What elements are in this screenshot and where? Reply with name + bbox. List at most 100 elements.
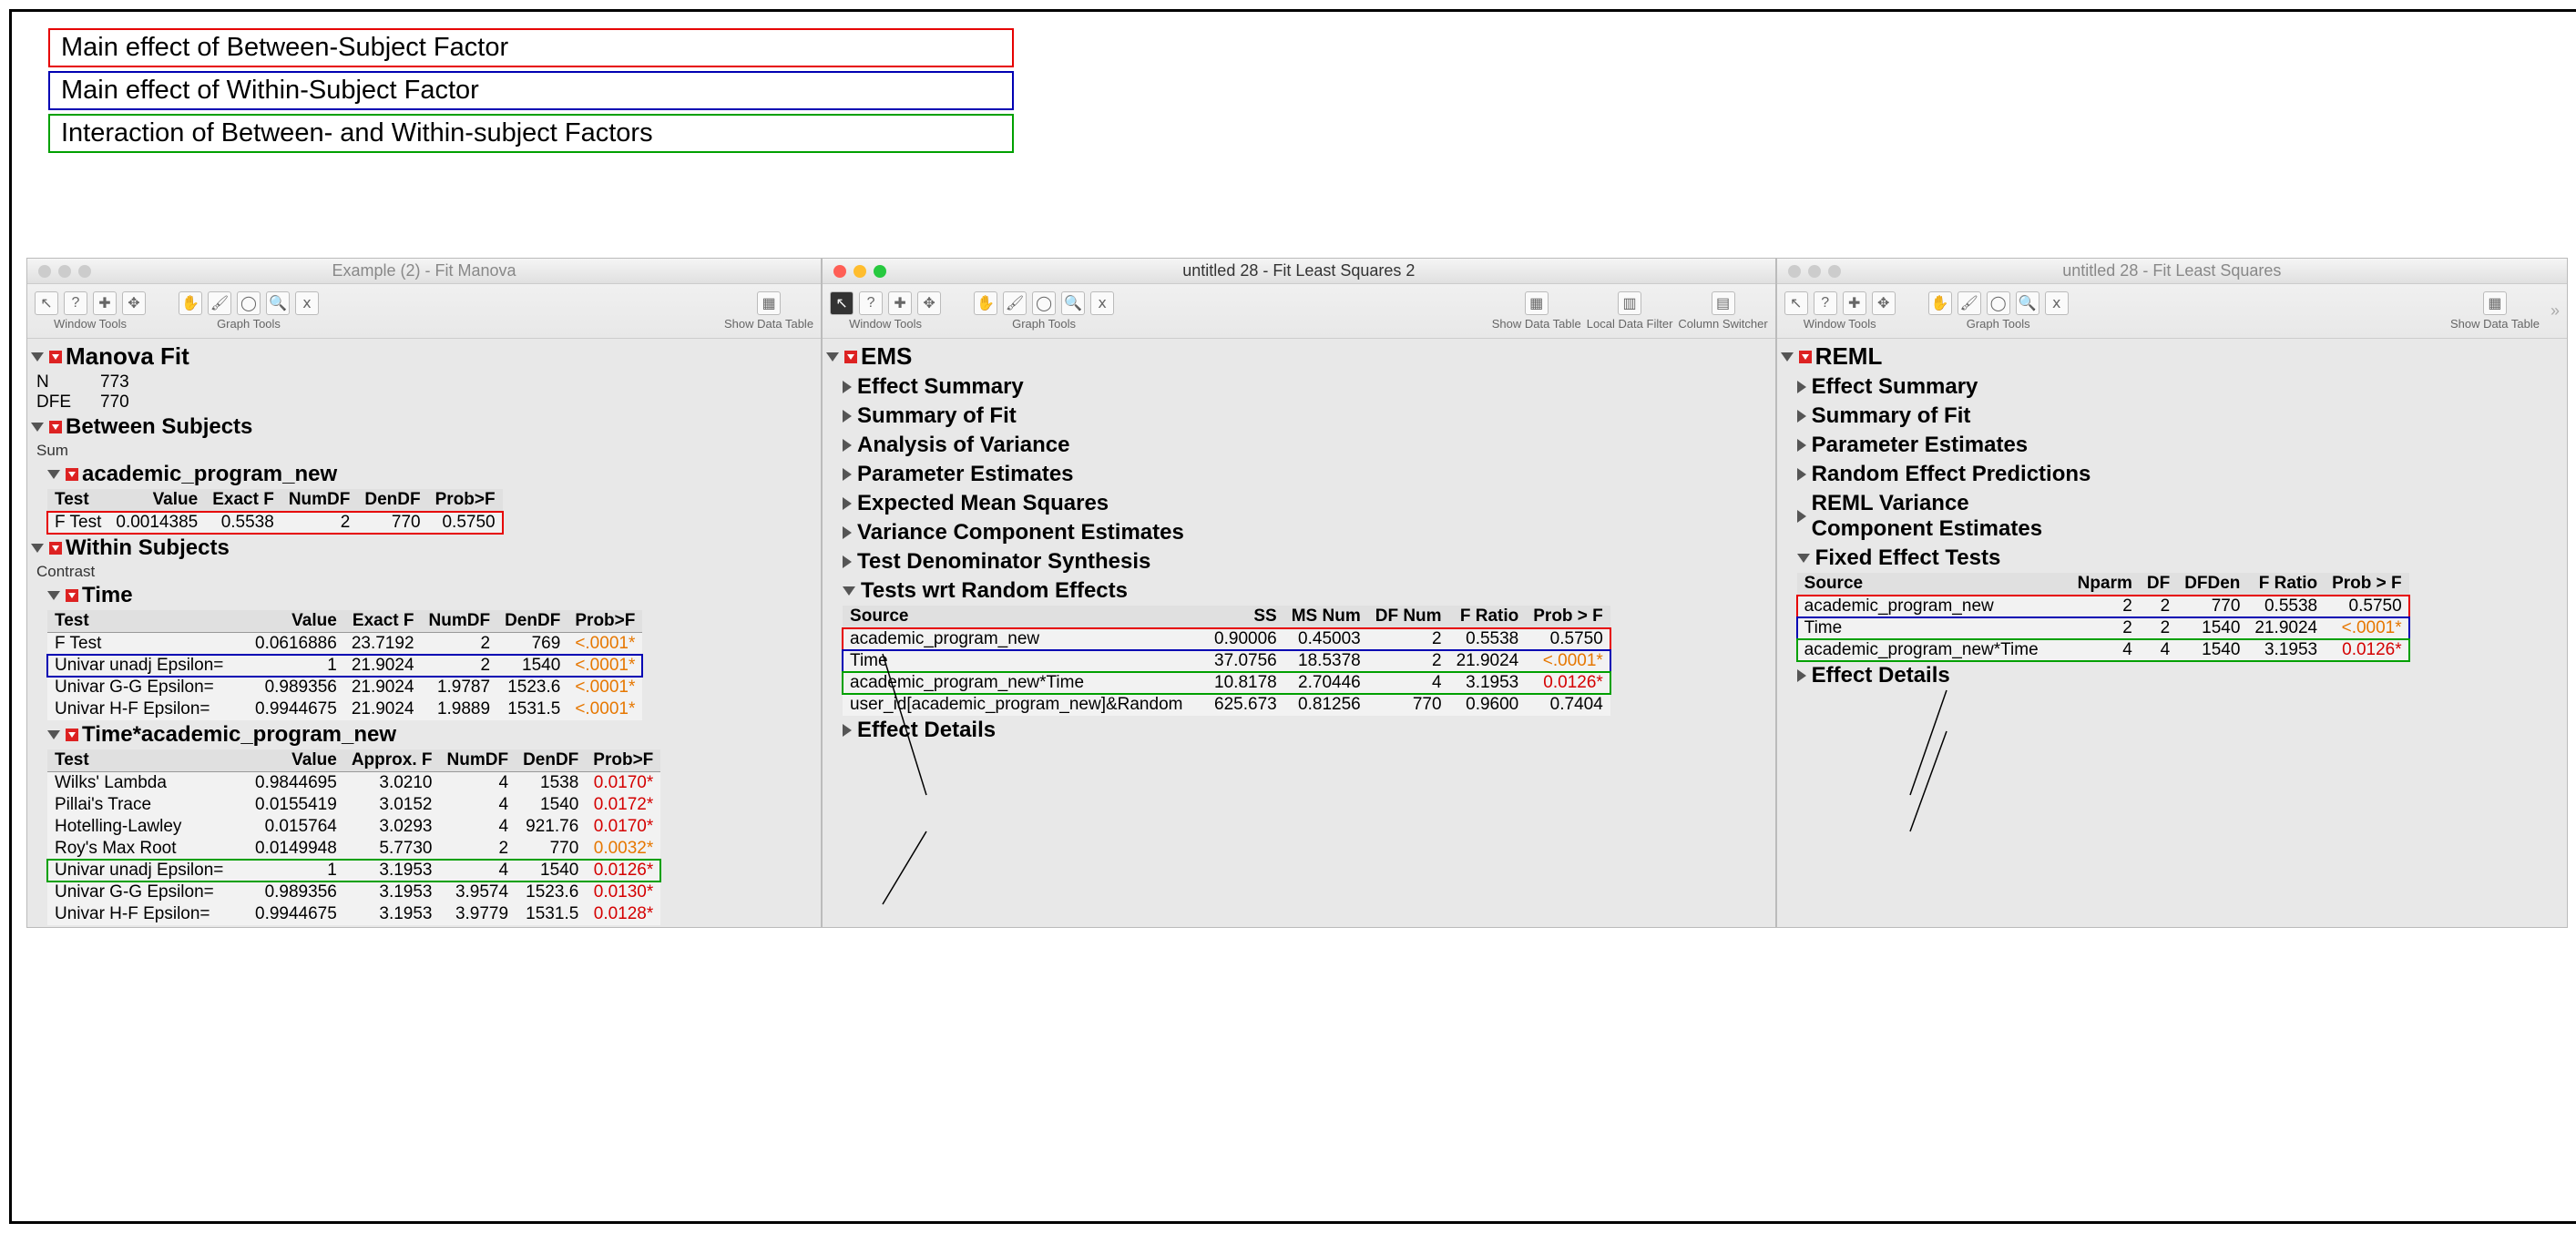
disclose-down-icon[interactable]	[31, 423, 44, 432]
plus-tool-icon[interactable]: ✚	[888, 291, 912, 315]
close-icon[interactable]	[833, 265, 846, 278]
data-table-icon[interactable]: ▦	[2483, 291, 2507, 315]
traffic-lights[interactable]	[1788, 265, 1841, 278]
help-tool-icon[interactable]: ?	[859, 291, 883, 315]
disclose-down-icon[interactable]	[47, 730, 60, 739]
disclose-right-icon[interactable]	[843, 468, 852, 481]
disclose-down-icon[interactable]	[31, 352, 44, 362]
disclose-right-icon[interactable]	[1797, 669, 1806, 682]
brush-tool-icon[interactable]: 🖌	[208, 291, 231, 315]
close-icon[interactable]	[1788, 265, 1801, 278]
columns-icon[interactable]: ▤	[1712, 291, 1735, 315]
hand-tool-icon[interactable]: ✋	[179, 291, 202, 315]
brush-tool-icon[interactable]: 🖌	[1958, 291, 1981, 315]
collapsed-section[interactable]: Parameter Estimates	[1797, 431, 2563, 460]
tap-header[interactable]: Time*academic_program_new	[47, 720, 817, 749]
collapsed-section[interactable]: Parameter Estimates	[843, 460, 1772, 489]
move-tool-icon[interactable]: ✥	[122, 291, 146, 315]
manova-header[interactable]: Manova Fit	[31, 341, 817, 372]
titlebar-1[interactable]: Example (2) - Fit Manova	[27, 259, 821, 284]
arrow-tool-icon[interactable]: ↖	[830, 291, 854, 315]
hotspot-icon[interactable]	[49, 351, 62, 363]
arrow-tool-icon[interactable]: ↖	[1784, 291, 1808, 315]
help-tool-icon[interactable]: ?	[1814, 291, 1837, 315]
help-tool-icon[interactable]: ?	[64, 291, 87, 315]
hand-tool-icon[interactable]: ✋	[1928, 291, 1952, 315]
brush-tool-icon[interactable]: 🖌	[1003, 291, 1027, 315]
tests-random-header[interactable]: Tests wrt Random Effects	[843, 576, 1772, 606]
collapsed-section[interactable]: Effect Summary	[843, 372, 1772, 402]
time-header[interactable]: Time	[47, 581, 817, 610]
collapsed-section[interactable]: Effect Summary	[1797, 372, 2563, 402]
plus-tool-icon[interactable]: ✚	[1843, 291, 1866, 315]
apn-header[interactable]: academic_program_new	[47, 460, 817, 489]
local-filter-group[interactable]: ▥ Local Data Filter	[1587, 291, 1673, 331]
xy-tool-icon[interactable]: ⅹ	[2045, 291, 2069, 315]
hotspot-icon[interactable]	[66, 468, 78, 481]
disclose-down-icon[interactable]	[1797, 554, 1810, 563]
reml-header[interactable]: REML	[1781, 341, 2563, 372]
titlebar-3[interactable]: untitled 28 - Fit Least Squares	[1777, 259, 2567, 284]
disclose-down-icon[interactable]	[1781, 352, 1794, 362]
lasso-tool-icon[interactable]: ◯	[1032, 291, 1056, 315]
disclose-right-icon[interactable]	[843, 410, 852, 423]
show-data-group[interactable]: ▦ Show Data Table	[2450, 291, 2540, 331]
filter-icon[interactable]: ▥	[1618, 291, 1641, 315]
collapsed-section[interactable]: Test Denominator Synthesis	[843, 547, 1772, 576]
reml-variance-header[interactable]: REML VarianceComponent Estimates	[1797, 489, 2563, 544]
disclose-right-icon[interactable]	[843, 439, 852, 452]
maximize-icon[interactable]	[78, 265, 91, 278]
minimize-icon[interactable]	[854, 265, 866, 278]
lasso-tool-icon[interactable]: ◯	[1987, 291, 2010, 315]
effect-details-header[interactable]: Effect Details	[1797, 661, 2563, 690]
lasso-tool-icon[interactable]: ◯	[237, 291, 261, 315]
within-subjects-header[interactable]: Within Subjects	[31, 534, 817, 563]
disclose-right-icon[interactable]	[843, 497, 852, 510]
disclose-down-icon[interactable]	[47, 591, 60, 600]
plus-tool-icon[interactable]: ✚	[93, 291, 117, 315]
close-icon[interactable]	[38, 265, 51, 278]
disclose-down-icon[interactable]	[31, 544, 44, 553]
column-switcher-group[interactable]: ▤ Column Switcher	[1678, 291, 1767, 331]
ems-header[interactable]: EMS	[826, 341, 1772, 372]
collapsed-section[interactable]: Random Effect Predictions	[1797, 460, 2563, 489]
hotspot-icon[interactable]	[66, 589, 78, 602]
maximize-icon[interactable]	[874, 265, 886, 278]
zoom-tool-icon[interactable]: 🔍	[1061, 291, 1085, 315]
hand-tool-icon[interactable]: ✋	[974, 291, 997, 315]
show-data-group[interactable]: ▦ Show Data Table	[724, 291, 813, 331]
collapsed-section[interactable]: Summary of Fit	[843, 402, 1772, 431]
disclose-right-icon[interactable]	[1797, 468, 1806, 481]
data-table-icon[interactable]: ▦	[1525, 291, 1549, 315]
disclose-right-icon[interactable]	[1797, 381, 1806, 393]
zoom-tool-icon[interactable]: 🔍	[266, 291, 290, 315]
arrow-tool-icon[interactable]: ↖	[35, 291, 58, 315]
traffic-lights[interactable]	[38, 265, 91, 278]
collapsed-section[interactable]: Analysis of Variance	[843, 431, 1772, 460]
move-tool-icon[interactable]: ✥	[1872, 291, 1896, 315]
hotspot-icon[interactable]	[1799, 351, 1812, 363]
hotspot-icon[interactable]	[49, 421, 62, 433]
disclose-right-icon[interactable]	[1797, 439, 1806, 452]
maximize-icon[interactable]	[1828, 265, 1841, 278]
traffic-lights[interactable]	[833, 265, 886, 278]
move-tool-icon[interactable]: ✥	[917, 291, 941, 315]
disclose-right-icon[interactable]	[843, 555, 852, 568]
minimize-icon[interactable]	[1808, 265, 1821, 278]
data-table-icon[interactable]: ▦	[757, 291, 781, 315]
disclose-down-icon[interactable]	[826, 352, 839, 362]
disclose-right-icon[interactable]	[843, 526, 852, 539]
hotspot-icon[interactable]	[49, 542, 62, 555]
collapsed-section[interactable]: Expected Mean Squares	[843, 489, 1772, 518]
titlebar-2[interactable]: untitled 28 - Fit Least Squares 2	[823, 259, 1775, 284]
disclose-right-icon[interactable]	[1797, 510, 1806, 523]
collapsed-section[interactable]: Summary of Fit	[1797, 402, 2563, 431]
hotspot-icon[interactable]	[66, 729, 78, 741]
effect-details-header[interactable]: Effect Details	[843, 716, 1772, 745]
disclose-right-icon[interactable]	[843, 724, 852, 737]
disclose-right-icon[interactable]	[1797, 410, 1806, 423]
chevron-right-icon[interactable]: »	[2550, 301, 2560, 321]
between-subjects-header[interactable]: Between Subjects	[31, 413, 817, 442]
minimize-icon[interactable]	[58, 265, 71, 278]
xy-tool-icon[interactable]: ⅹ	[1090, 291, 1114, 315]
